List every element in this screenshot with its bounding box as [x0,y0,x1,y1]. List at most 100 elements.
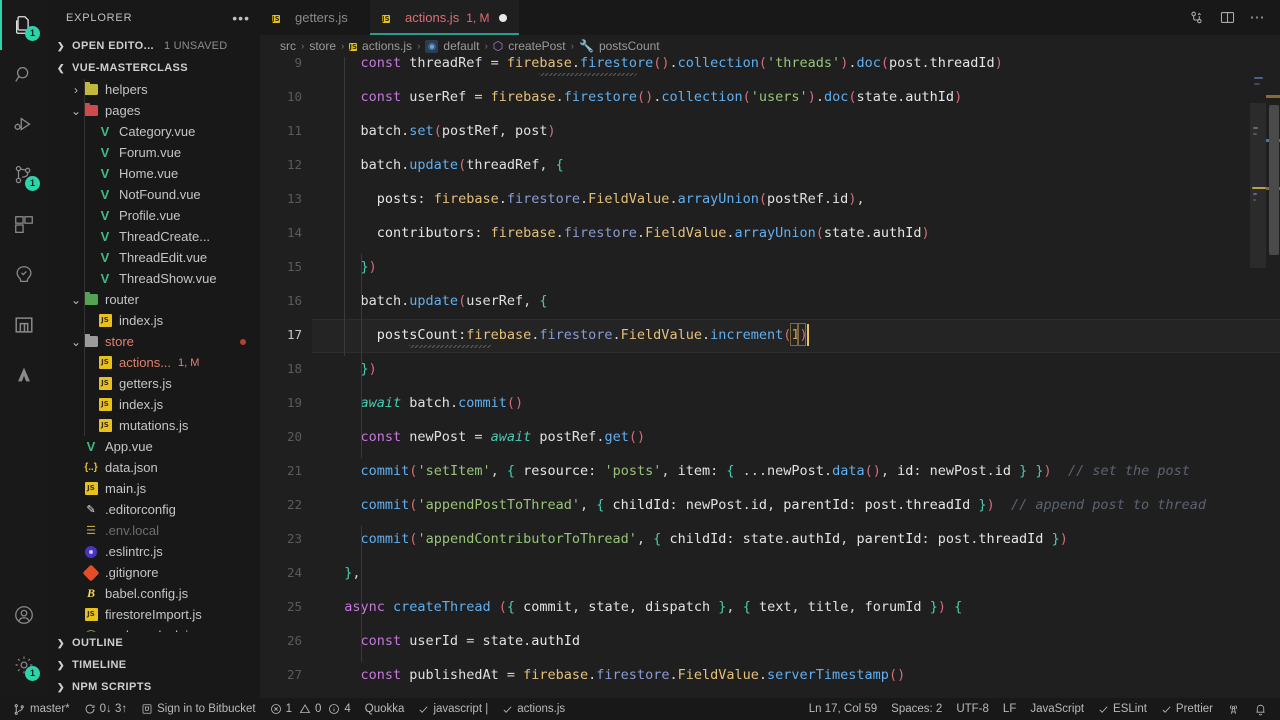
tree-file[interactable]: ○ package-lock.json [48,625,260,632]
tree-file[interactable]: JS firestoreImport.js [48,604,260,625]
status-encoding[interactable]: UTF-8 [949,698,996,720]
error-dot-icon [240,338,246,345]
tree-folder[interactable]: ⌄ pages [48,100,260,121]
tree-file[interactable]: V Profile.vue [48,205,260,226]
radio-tower-icon [1230,704,1237,714]
code-token: post [937,531,971,547]
activity-bar-item-run-and-debug[interactable] [0,100,48,150]
activity-bar-item-search[interactable] [0,50,48,100]
tree-file[interactable]: V App.vue [48,436,260,457]
status-eslint[interactable]: ESLint [1091,698,1154,720]
status-broadcast[interactable] [1220,698,1247,720]
status-cursor-position[interactable]: Ln 17, Col 59 [802,698,884,720]
activity-bar-item-extensions[interactable] [0,200,48,250]
breadcrumb-item-store[interactable]: store [309,39,336,53]
breadcrumb-item-default[interactable]: ◉ default [425,39,479,53]
code-token: await [490,429,532,445]
sidebar-section-project[interactable]: ❮ VUE-MASTERCLASS [48,57,260,79]
dirty-indicator-icon[interactable] [498,13,507,22]
status-eol[interactable]: LF [996,698,1023,720]
tree-file[interactable]: V Category.vue [48,121,260,142]
activity-bar-item-npm-explorer[interactable] [0,300,48,350]
status-problems[interactable]: 1 0 4 [263,698,358,720]
tree-file[interactable]: .eslintrc.js [48,541,260,562]
editor-layout-icon[interactable] [1219,9,1236,26]
status-language-mode[interactable]: JavaScript [1023,698,1091,720]
code-token: 'threads' [767,57,841,71]
sidebar-section-npm-scripts[interactable]: ❯ NPM SCRIPTS [48,676,260,698]
status-prettier[interactable]: Prettier [1154,698,1220,720]
tree-file[interactable]: JS index.js [48,310,260,331]
tree-file[interactable]: Bbabel.config.js [48,583,260,604]
code-token: newPost [409,429,467,445]
status-eslint-file-label: actions.js [517,703,566,715]
line-number: 13 [286,191,302,206]
split-editor-icon[interactable] [1188,9,1205,26]
sidebar-section-open-editors[interactable]: ❯ OPEN EDITO... 1 UNSAVED [48,35,260,57]
code-token: threadRef [409,57,483,71]
line-number: 19 [286,395,302,410]
tree-file[interactable]: V ThreadShow.vue [48,268,260,289]
sidebar-section-timeline[interactable]: ❯ TIMELINE [48,654,260,676]
breadcrumb-item-createPost[interactable]: ⬡ createPost [493,39,566,53]
tree-folder[interactable]: ⌄ router [48,289,260,310]
minimap[interactable] [1250,57,1266,698]
tree-file[interactable]: V Forum.vue [48,142,260,163]
status-quokka[interactable]: Quokka [358,698,412,720]
activity-bar-item-explorer[interactable]: 1 [0,0,48,50]
activity-bar-item-testing[interactable] [0,250,48,300]
tree-file[interactable]: V ThreadEdit.vue [48,247,260,268]
activity-bar-item-source-control[interactable]: 1 [0,150,48,200]
tree-file[interactable]: V ThreadCreate... [48,226,260,247]
code-token: . [580,191,589,207]
status-eslint-javascript[interactable]: javascript | [411,698,495,720]
code-content[interactable]: const threadRef = firebase.firestore().c… [312,57,1280,698]
tree-file[interactable]: JS main.js [48,478,260,499]
breadcrumb-label: postsCount [598,39,660,53]
scrollbar-thumb[interactable] [1269,105,1279,255]
editor-tab-actions-js[interactable]: JS actions.js 1, M [370,0,519,35]
tree-file[interactable]: JS getters.js [48,373,260,394]
status-indentation[interactable]: Spaces: 2 [884,698,949,720]
more-actions-icon[interactable]: ⋯ [1250,10,1267,25]
tree-file[interactable]: ✎ .editorconfig [48,499,260,520]
status-bitbucket[interactable]: Sign in to Bitbucket [134,698,262,720]
tree-file[interactable]: JS mutations.js [48,415,260,436]
tree-file[interactable]: V Home.vue [48,163,260,184]
tree-file[interactable]: JS index.js [48,394,260,415]
code-token: posts [376,191,418,207]
status-sync[interactable]: 0↓ 3↑ [77,698,135,720]
minimap-line [1253,199,1256,201]
status-eslint-file[interactable]: actions.js [495,698,572,720]
code-token: FieldValue [677,667,759,683]
sidebar-more-actions-icon[interactable]: ••• [232,10,250,26]
status-branch-label: master* [30,703,70,715]
editor-tab-getters-js[interactable]: JS getters.js [260,0,370,35]
code-line: posts: firebase.firestore.FieldValue.arr… [328,182,865,216]
code-token: . [986,463,995,479]
code-line: const threadRef = firebase.firestore().c… [328,57,1003,80]
status-branch[interactable]: master* [6,698,77,720]
tree-item-label: Profile.vue [119,208,181,223]
tree-folder[interactable]: ⌄ store [48,331,260,352]
breadcrumb-item-src[interactable]: src [280,39,296,53]
activity-bar-item-vetur[interactable] [0,350,48,400]
activity-bar-item-manage-settings[interactable]: 1 [0,640,48,690]
tree-file[interactable]: {..} data.json [48,457,260,478]
code-line: commit('appendPostToThread', { childId: … [328,488,1207,522]
editor-vertical-scrollbar[interactable] [1266,57,1280,698]
code-editor[interactable]: 9 10 11 12 13 14 15 16 17 18 19 20 21 22 23 24 25 26 27 co… [260,57,1280,698]
breadcrumb-item-actions-js[interactable]: JS actions.js [349,38,412,54]
tree-folder[interactable]: › helpers [48,79,260,100]
status-notifications[interactable] [1247,698,1274,720]
triangle-icon [18,367,30,382]
code-token: threadId [929,57,995,71]
tree-file[interactable]: .gitignore [48,562,260,583]
sidebar-section-outline[interactable]: ❯ OUTLINE [48,632,260,654]
activity-bar-item-accounts[interactable] [0,590,48,640]
tree-file[interactable]: JS actions... 1, M [48,352,260,373]
tree-file[interactable]: V NotFound.vue [48,184,260,205]
code-token: doc [856,57,881,71]
breadcrumb-item-postsCount[interactable]: 🔧 postsCount [579,39,660,53]
tree-file[interactable]: ☰ .env.local [48,520,260,541]
